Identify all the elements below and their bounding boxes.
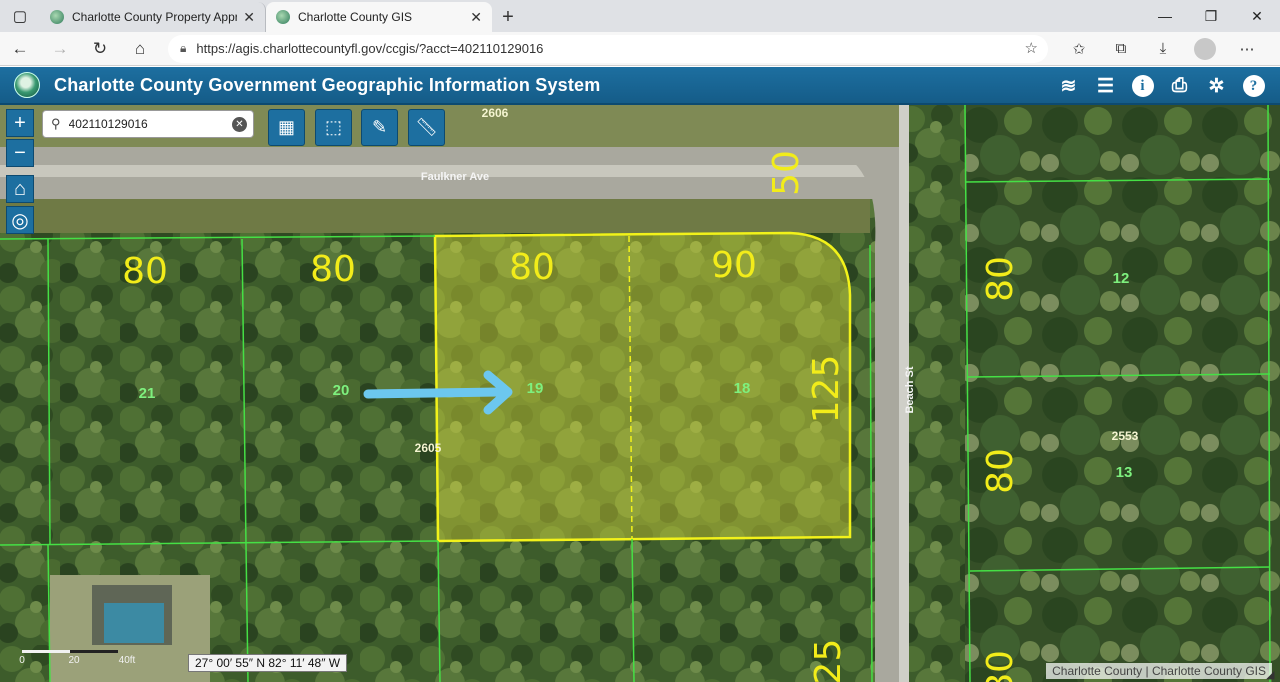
favorites-icon[interactable]: ✩ — [1058, 32, 1100, 66]
lot-number: 19 — [527, 380, 544, 397]
help-icon[interactable]: ? — [1235, 72, 1272, 100]
edit-notes-icon: ✎ — [371, 117, 388, 137]
window-controls: — ❐ ✕ — [1142, 0, 1280, 32]
zoom-in-button[interactable]: + — [6, 109, 34, 137]
search-input[interactable] — [68, 117, 219, 131]
scale-tick: 20 — [68, 655, 80, 664]
select-tool-button[interactable]: ⬚ — [315, 109, 352, 146]
settings-icon[interactable]: ✲ — [1198, 72, 1235, 100]
info-icon[interactable]: i — [1124, 72, 1161, 100]
grid-tool-button[interactable]: ▦ — [268, 109, 305, 146]
profile-avatar[interactable] — [1194, 37, 1216, 60]
address-bar[interactable]: 🔒︎ https://agis.charlottecountyfl.gov/cc… — [168, 34, 1048, 63]
home-icon: ⌂ — [13, 177, 27, 200]
dimension-label: 90 — [711, 245, 757, 286]
dimension-label: 50 — [766, 150, 807, 196]
tab-gis[interactable]: Charlotte County GIS ✕ — [266, 2, 492, 32]
close-tab-icon[interactable]: ✕ — [470, 9, 482, 26]
minimize-icon[interactable]: — — [1142, 0, 1188, 32]
zoom-out-button[interactable]: − — [6, 139, 34, 167]
aerial-map[interactable]: Faulkner Ave Beach St 80 80 80 90 50 125… — [0, 105, 1280, 682]
lot-number: 13 — [1116, 464, 1133, 481]
search-icon[interactable]: ⚲ — [51, 116, 61, 132]
header-toolbar: ≋ ☰ i ⎙ ✲ ? — [1050, 72, 1272, 100]
browser-tab-bar: ▢ Charlotte County Property Appra ✕ Char… — [0, 0, 1280, 32]
lot-number: 20 — [333, 382, 350, 399]
layers-icon[interactable]: ≋ — [1050, 72, 1087, 100]
address-label: 2605 — [415, 441, 442, 455]
tab-title: Charlotte County Property Appra — [72, 10, 238, 24]
dimension-label: 80 — [122, 251, 168, 292]
address-label: 2606 — [482, 106, 509, 120]
clear-search-icon[interactable]: ✕ — [232, 117, 247, 132]
tab-title: Charlotte County GIS — [298, 10, 413, 24]
lot-number: 18 — [734, 380, 751, 397]
home-icon[interactable]: ⌂ — [120, 32, 160, 66]
resize-handle-icon[interactable]: ◢ — [1266, 668, 1280, 682]
more-menu-icon[interactable]: ⋯ — [1226, 32, 1268, 66]
restore-icon[interactable]: ❐ — [1188, 0, 1234, 32]
map-attribution: Charlotte County | Charlotte County GIS — [1046, 663, 1272, 679]
downloads-icon[interactable]: ⤓ — [1142, 32, 1184, 66]
parcel-search: ⚲ ✕ — [42, 110, 254, 138]
locate-icon: ◎ — [11, 209, 29, 232]
map-view[interactable]: Faulkner Ave Beach St 80 80 80 90 50 125… — [0, 105, 1280, 682]
add-favorite-icon[interactable]: ☆ — [1025, 39, 1038, 57]
refresh-icon[interactable]: ↻ — [80, 32, 120, 66]
print-icon[interactable]: ⎙ — [1161, 72, 1198, 100]
county-logo — [14, 72, 40, 98]
close-window-icon[interactable]: ✕ — [1234, 0, 1280, 32]
url-text: https://agis.charlottecountyfl.gov/ccgis… — [196, 41, 544, 56]
home-extent-button[interactable]: ⌂ — [6, 175, 34, 203]
measure-icon: 📏︎ — [415, 117, 438, 137]
dimension-label: 80 — [310, 249, 356, 290]
street-label-faulkner: Faulkner Ave — [421, 171, 489, 183]
list-icon[interactable]: ☰ — [1087, 72, 1124, 100]
forward-icon[interactable]: → — [40, 32, 80, 66]
scale-tick: 0 — [19, 655, 25, 664]
grid-icon: ▦ — [277, 117, 295, 137]
scale-tick: 40ft — [119, 655, 136, 664]
select-box-icon: ⬚ — [324, 117, 342, 137]
close-tab-icon[interactable]: ✕ — [243, 9, 255, 26]
scale-bar: 0 20 40ft — [19, 650, 136, 664]
lot-number: 21 — [139, 385, 156, 402]
county-favicon-icon — [50, 10, 64, 24]
new-tab-icon[interactable]: + — [492, 2, 524, 32]
collections-icon[interactable]: ⧉ — [1100, 32, 1142, 66]
edit-tool-button[interactable]: ✎ — [361, 109, 398, 146]
tab-property-appraiser[interactable]: Charlotte County Property Appra ✕ — [40, 2, 266, 32]
street-label-beach: Beach St — [904, 366, 916, 413]
dimension-label: 80 — [980, 650, 1021, 682]
dimension-label: 80 — [980, 256, 1021, 302]
dimension-label: 125 — [806, 355, 847, 424]
county-favicon-icon — [276, 10, 290, 24]
locate-button[interactable]: ◎ — [6, 206, 34, 234]
app-title: Charlotte County Government Geographic I… — [54, 74, 601, 95]
dimension-label: 80 — [980, 448, 1021, 494]
measure-tool-button[interactable]: 📏︎ — [408, 109, 445, 146]
browser-tools: ✩ ⧉ ⤓ ⋯ — [1058, 32, 1268, 66]
dimension-label: 125 — [808, 639, 849, 682]
coordinate-readout: 27° 00′ 55″ N 82° 11′ 48″ W — [188, 654, 348, 672]
address-label: 2553 — [1112, 429, 1139, 443]
app-header: Charlotte County Government Geographic I… — [0, 67, 1280, 105]
back-icon[interactable]: ← — [0, 32, 40, 66]
lot-number: 12 — [1113, 270, 1130, 287]
lock-icon[interactable]: 🔒︎ — [180, 41, 186, 56]
dimension-label: 80 — [509, 247, 555, 288]
tab-actions-icon[interactable]: ▢ — [0, 0, 40, 32]
browser-toolbar: ← → ↻ ⌂ 🔒︎ https://agis.charlottecountyf… — [0, 32, 1280, 66]
